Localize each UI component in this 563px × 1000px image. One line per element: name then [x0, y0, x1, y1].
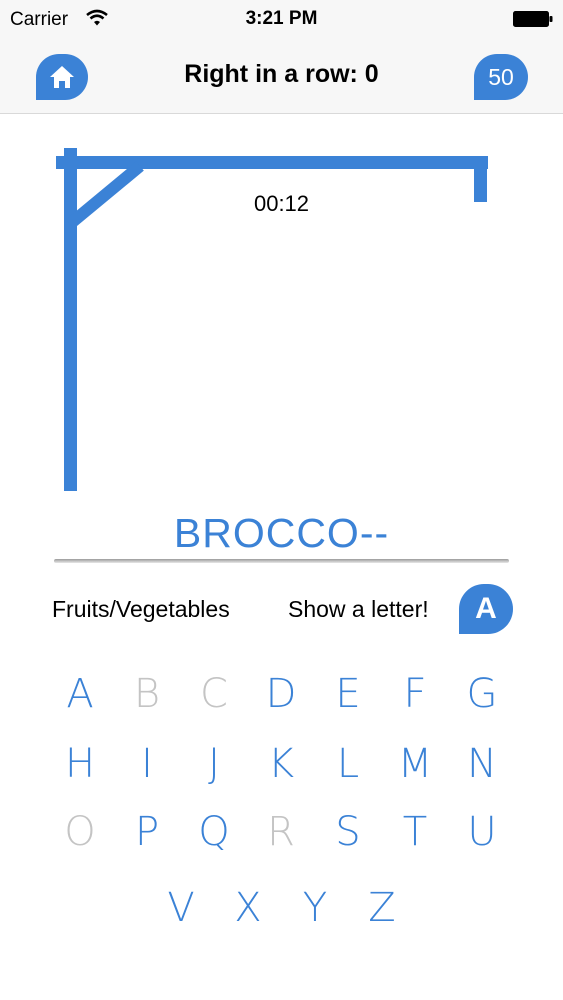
- category-label: Fruits/Vegetables: [52, 596, 230, 622]
- battery-icon: [513, 11, 553, 27]
- key-y[interactable]: Y: [290, 884, 340, 932]
- key-v[interactable]: V: [156, 884, 206, 932]
- key-b: B: [133, 671, 161, 717]
- key-f[interactable]: F: [390, 670, 440, 718]
- coins-button[interactable]: 50: [474, 54, 528, 100]
- key-q[interactable]: Q: [189, 808, 239, 856]
- key-p[interactable]: P: [122, 808, 172, 856]
- divider: [54, 559, 509, 563]
- gallows-drawing: [56, 148, 488, 491]
- key-j[interactable]: J: [189, 740, 239, 788]
- key-i[interactable]: I: [122, 740, 172, 788]
- key-o: O: [64, 809, 96, 855]
- key-l[interactable]: L: [323, 740, 373, 788]
- navigation-bar: Right in a row: 0 50: [0, 38, 563, 114]
- key-m[interactable]: M: [390, 740, 440, 788]
- status-bar: Carrier 3:21 PM: [0, 0, 563, 38]
- game-timer: 00:12: [253, 191, 310, 216]
- show-letter-button[interactable]: A: [459, 584, 513, 634]
- key-a[interactable]: A: [55, 670, 105, 718]
- key-s[interactable]: S: [323, 808, 373, 856]
- key-t[interactable]: T: [390, 808, 440, 856]
- key-r: R: [267, 809, 295, 855]
- key-n[interactable]: N: [457, 740, 507, 788]
- key-d[interactable]: D: [256, 670, 306, 718]
- key-u[interactable]: U: [457, 808, 507, 856]
- key-h[interactable]: H: [55, 740, 105, 788]
- clock: 3:21 PM: [245, 8, 318, 29]
- key-e[interactable]: E: [323, 670, 373, 718]
- key-c: C: [200, 671, 228, 717]
- hidden-word: BROCCO--: [173, 510, 390, 556]
- key-x[interactable]: X: [223, 884, 273, 932]
- key-g[interactable]: G: [457, 670, 507, 718]
- key-z[interactable]: Z: [357, 884, 407, 932]
- key-k[interactable]: K: [256, 740, 306, 788]
- show-letter-label[interactable]: Show a letter!: [288, 596, 429, 623]
